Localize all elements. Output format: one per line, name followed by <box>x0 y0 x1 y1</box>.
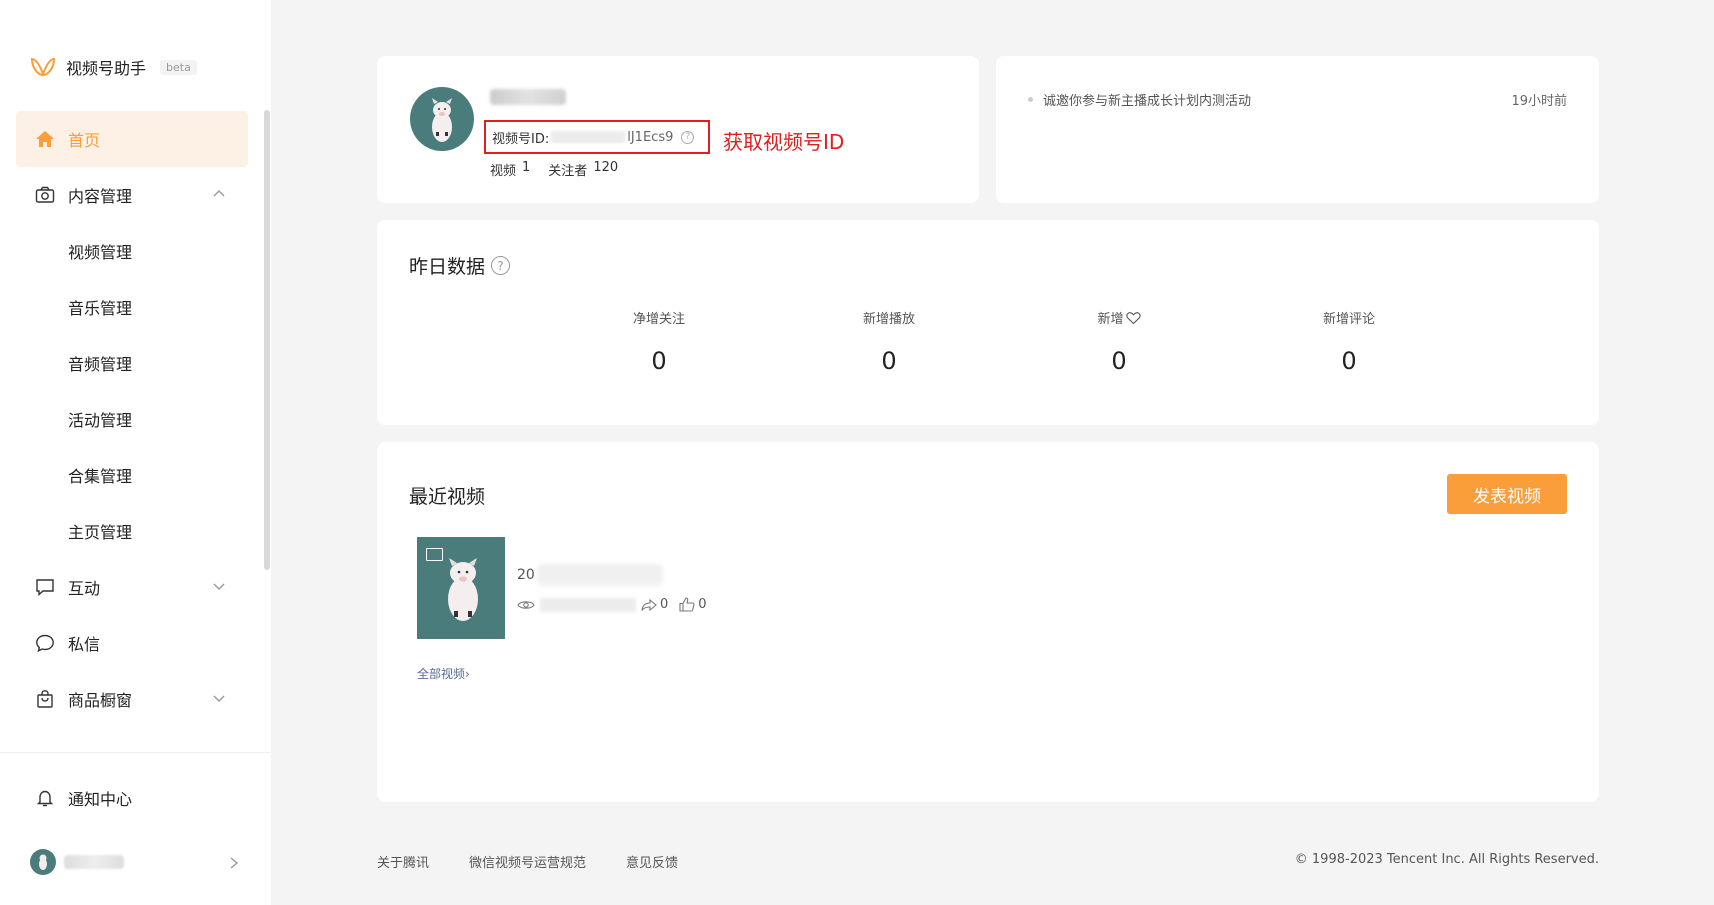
notice-text: 诚邀你参与新主播成长计划内测活动 <box>1043 94 1252 109</box>
profile-name-redacted <box>490 89 566 105</box>
sidebar-item-label: 商品橱窗 <box>68 691 133 710</box>
account-switcher[interactable] <box>30 848 240 876</box>
thumbs-up-icon <box>679 597 695 612</box>
channel-id-box[interactable]: 视频号ID: lJ1Ecs9 ? <box>484 120 710 154</box>
notification-center-section: 通知中心 <box>16 770 248 826</box>
chevron-up-icon <box>213 190 225 197</box>
metric-value: 0 <box>651 347 667 375</box>
video-stats: 0 0 <box>517 597 707 612</box>
sidebar-sub-homepage-management[interactable]: 主页管理 <box>16 503 248 559</box>
video-thumbnail[interactable] <box>417 537 505 639</box>
sidebar-divider <box>0 752 271 753</box>
footer-link-feedback[interactable]: 意见反馈 <box>626 852 678 871</box>
bell-icon <box>34 787 56 809</box>
shopping-bag-icon <box>34 688 56 710</box>
sidebar: 视频号助手 beta 首页 内容管理 视频管理 音乐管理 音频管理 活动管理 合… <box>0 0 271 905</box>
sidebar-sub-video-management[interactable]: 视频管理 <box>16 223 248 279</box>
channel-id-label: 视频号ID: <box>492 131 550 147</box>
footer: 关于腾讯 微信视频号运营规范 意见反馈 © 1998-2023 Tencent … <box>377 852 1599 871</box>
footer-link-about-tencent[interactable]: 关于腾讯 <box>377 852 429 871</box>
sidebar-scrollbar[interactable] <box>264 110 270 570</box>
home-icon <box>34 128 56 150</box>
beta-badge: beta <box>160 59 197 75</box>
metric-new-plays: 新增播放 0 <box>774 308 1004 375</box>
channels-logo-icon <box>30 57 56 77</box>
section-title-text: 昨日数据 <box>409 256 486 278</box>
profile-card: 视频号ID: lJ1Ecs9 ? 获取视频号ID 视频 1 关注者 120 <box>377 56 979 203</box>
metric-new-comments: 新增评论 0 <box>1234 308 1464 375</box>
main-menu: 首页 内容管理 视频管理 音乐管理 音频管理 活动管理 合集管理 主页管理 互动… <box>16 111 248 727</box>
chevron-right-icon: › <box>465 667 470 681</box>
videos-count: 1 <box>522 160 531 175</box>
channel-id-value: lJ1Ecs9 <box>627 129 674 145</box>
message-square-icon <box>34 576 56 598</box>
sidebar-item-home[interactable]: 首页 <box>16 111 248 167</box>
sidebar-item-label: 互动 <box>68 579 101 598</box>
notice-card: 诚邀你参与新主播成长计划内测活动 19小时前 <box>996 56 1599 203</box>
share-count: 0 <box>660 597 669 612</box>
bullet-dot-icon <box>1028 97 1033 102</box>
footer-link-operation-rules[interactable]: 微信视频号运营规范 <box>469 852 586 871</box>
chevron-down-icon <box>213 583 225 590</box>
metric-value: 0 <box>881 347 897 375</box>
recent-videos-title: 最近视频 <box>409 486 486 508</box>
sidebar-sub-collection-management[interactable]: 合集管理 <box>16 447 248 503</box>
metric-label: 净增关注 <box>632 312 685 327</box>
sidebar-item-product-showcase[interactable]: 商品橱窗 <box>16 671 248 727</box>
profile-stats: 视频 1 关注者 120 <box>490 160 618 179</box>
sidebar-item-private-message[interactable]: 私信 <box>16 615 248 671</box>
view-count-redacted <box>540 597 636 612</box>
metric-value: 0 <box>1341 347 1357 375</box>
video-title-redacted <box>536 564 663 586</box>
metric-net-followers: 净增关注 0 <box>544 308 774 375</box>
channel-id-redacted <box>551 131 626 143</box>
sidebar-item-interaction[interactable]: 互动 <box>16 559 248 615</box>
like-count: 0 <box>698 597 707 612</box>
notice-item[interactable]: 诚邀你参与新主播成长计划内测活动 <box>1028 90 1251 109</box>
metric-new-likes: 新增 0 <box>1004 308 1234 375</box>
brand-name: 视频号助手 <box>66 59 147 78</box>
copyright: © 1998-2023 Tencent Inc. All Rights Rese… <box>1294 852 1599 867</box>
camera-icon <box>34 184 56 206</box>
brand-logo[interactable]: 视频号助手 beta <box>30 55 197 79</box>
followers-count: 120 <box>593 160 619 175</box>
metric-value: 0 <box>1111 347 1127 375</box>
metric-label: 新增评论 <box>1322 312 1375 327</box>
avatar <box>30 849 56 875</box>
publish-video-button[interactable]: 发表视频 <box>1447 474 1567 514</box>
eye-icon <box>517 600 535 609</box>
yesterday-data-card: 昨日数据 ? 净增关注 0 新增播放 0 新增 0 新增评论 0 <box>377 220 1599 425</box>
all-videos-link[interactable]: 全部视频› <box>417 665 470 682</box>
annotation-get-channel-id: 获取视频号ID <box>723 130 845 154</box>
share-icon <box>641 598 657 611</box>
chevron-right-icon <box>230 857 239 869</box>
metric-label: 新增播放 <box>862 312 915 327</box>
account-name-redacted <box>64 855 124 869</box>
sidebar-item-label: 私信 <box>68 635 101 654</box>
sidebar-sub-audio-management[interactable]: 音频管理 <box>16 335 248 391</box>
sidebar-sub-activity-management[interactable]: 活动管理 <box>16 391 248 447</box>
heart-icon <box>1125 311 1141 324</box>
help-icon[interactable]: ? <box>681 130 695 144</box>
followers-label: 关注者 <box>548 164 588 179</box>
sidebar-item-content-management[interactable]: 内容管理 <box>16 167 248 223</box>
metric-label: 新增 <box>1004 308 1234 327</box>
profile-avatar[interactable] <box>410 87 474 151</box>
videos-label: 视频 <box>490 164 517 179</box>
sidebar-sub-music-management[interactable]: 音乐管理 <box>16 279 248 335</box>
help-icon[interactable]: ? <box>491 256 511 275</box>
recent-videos-card: 最近视频 发表视频 20 0 0 全部视频› <box>377 442 1599 802</box>
sidebar-item-notification-center[interactable]: 通知中心 <box>16 770 248 826</box>
yesterday-data-title: 昨日数据 ? <box>409 252 511 279</box>
chat-bubble-icon <box>34 632 56 654</box>
video-title[interactable]: 20 <box>517 564 663 586</box>
notice-time: 19小时前 <box>1511 94 1567 109</box>
metrics-row: 净增关注 0 新增播放 0 新增 0 新增评论 0 <box>544 308 1464 375</box>
sidebar-item-label: 内容管理 <box>68 187 133 206</box>
sidebar-item-label: 通知中心 <box>68 790 133 809</box>
chevron-down-icon <box>213 695 225 702</box>
sidebar-item-label: 首页 <box>68 131 101 150</box>
